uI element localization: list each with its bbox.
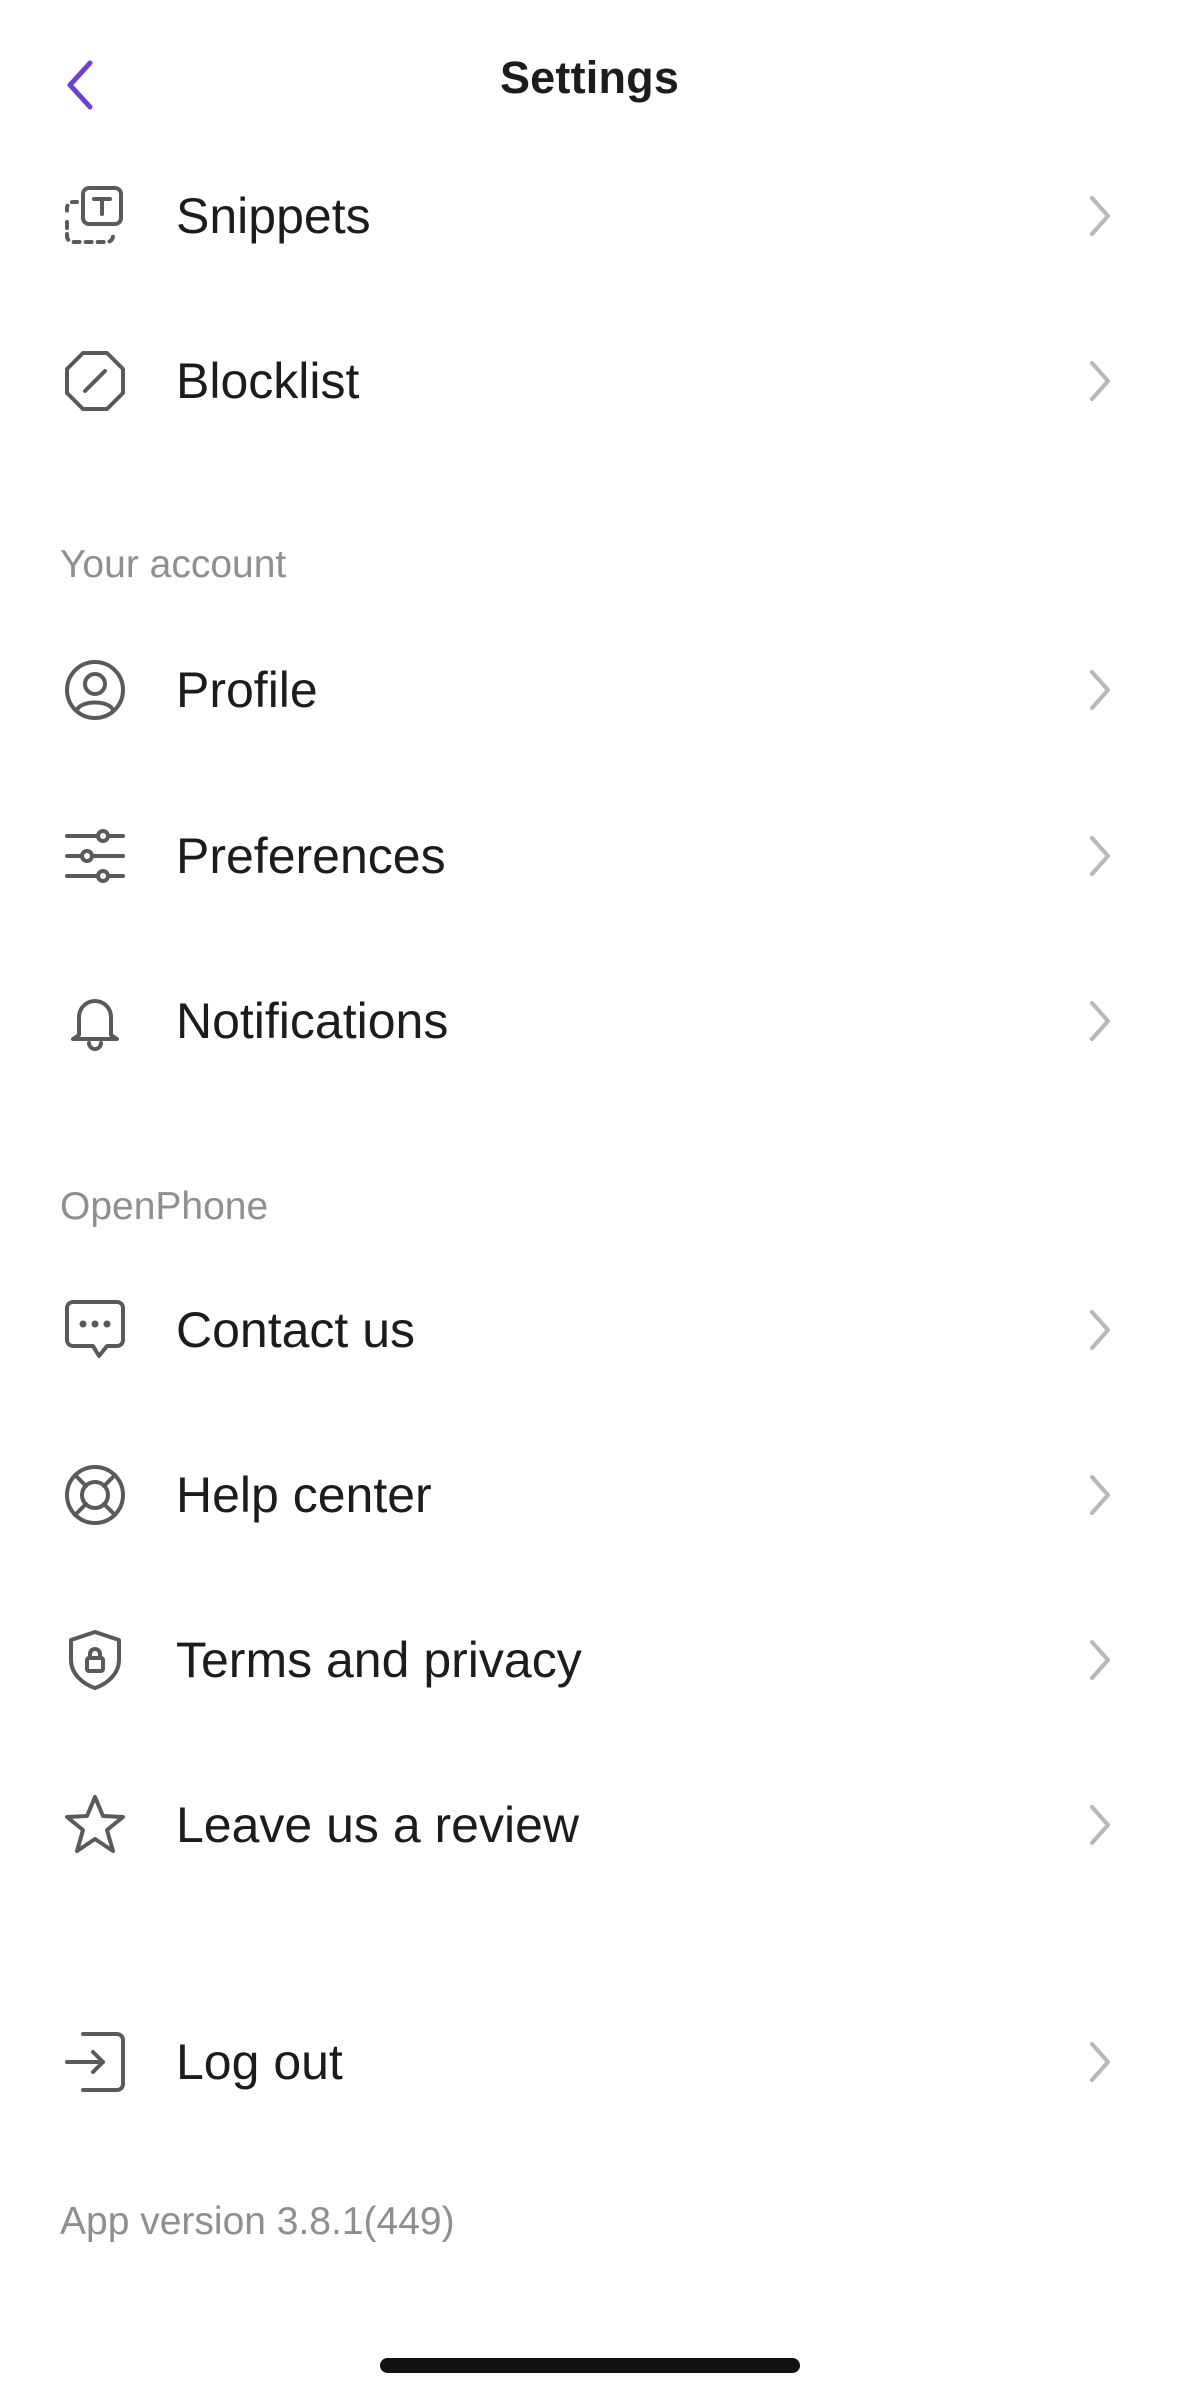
chevron-right-icon: [1085, 2037, 1115, 2087]
section-header-openphone: OpenPhone: [60, 1185, 269, 1228]
chevron-right-icon: [1085, 665, 1115, 715]
lifebuoy-icon: [60, 1460, 130, 1530]
chevron-right-icon: [1085, 1305, 1115, 1355]
sliders-icon: [60, 821, 130, 891]
chevron-right-icon: [1085, 831, 1115, 881]
chevron-right-icon: [1085, 191, 1115, 241]
settings-row-label: Help center: [176, 1467, 432, 1523]
chevron-right-icon: [1085, 1470, 1115, 1520]
chevron-right-icon: [1085, 1800, 1115, 1850]
settings-row-label: Terms and privacy: [176, 1632, 582, 1688]
chat-icon: [60, 1295, 130, 1365]
settings-row-label: Notifications: [176, 993, 449, 1049]
settings-row-leave-review[interactable]: Leave us a review: [0, 1755, 1179, 1885]
settings-row-snippets[interactable]: Snippets: [0, 146, 1179, 276]
settings-row-label: Blocklist: [176, 353, 360, 409]
shield-lock-icon: [60, 1625, 130, 1695]
navigation-bar: Settings: [0, 0, 1179, 160]
settings-row-terms-and-privacy[interactable]: Terms and privacy: [0, 1590, 1179, 1720]
settings-row-label: Contact us: [176, 1302, 416, 1358]
app-version: App version 3.8.1(449): [60, 2200, 455, 2243]
chevron-right-icon: [1085, 996, 1115, 1046]
chevron-right-icon: [1085, 356, 1115, 406]
star-icon: [60, 1790, 130, 1860]
settings-row-label: Leave us a review: [176, 1797, 580, 1853]
chevron-right-icon: [1085, 1635, 1115, 1685]
snippets-icon: [60, 181, 130, 251]
settings-row-log-out[interactable]: Log out: [0, 1992, 1179, 2122]
settings-row-label: Preferences: [176, 828, 446, 884]
section-header-your-account: Your account: [60, 543, 287, 586]
settings-row-label: Log out: [176, 2034, 343, 2090]
blocklist-icon: [60, 346, 130, 416]
settings-row-blocklist[interactable]: Blocklist: [0, 311, 1179, 441]
settings-row-label: Snippets: [176, 188, 371, 244]
page-title: Settings: [499, 52, 680, 103]
home-indicator: [380, 2358, 800, 2373]
bell-icon: [60, 986, 130, 1056]
settings-row-profile[interactable]: Profile: [0, 620, 1179, 750]
settings-row-preferences[interactable]: Preferences: [0, 786, 1179, 916]
logout-icon: [60, 2027, 130, 2097]
settings-row-contact-us[interactable]: Contact us: [0, 1260, 1179, 1390]
settings-row-help-center[interactable]: Help center: [0, 1425, 1179, 1555]
settings-row-notifications[interactable]: Notifications: [0, 951, 1179, 1081]
settings-row-label: Profile: [176, 662, 318, 718]
profile-icon: [60, 655, 130, 725]
